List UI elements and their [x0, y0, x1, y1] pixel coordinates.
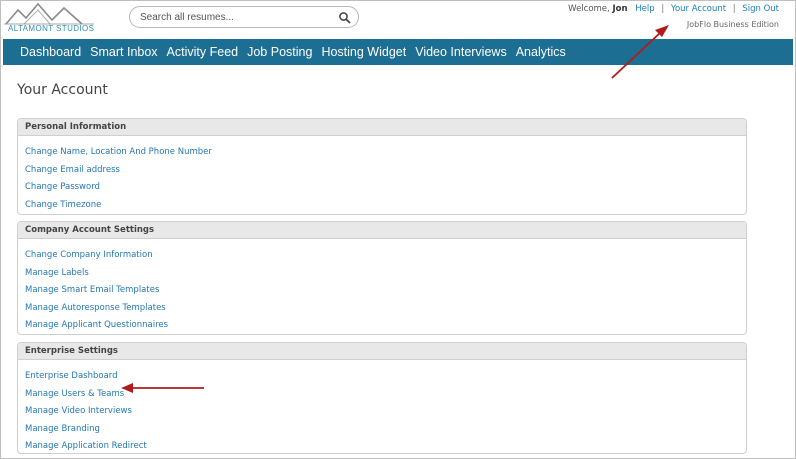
search-input[interactable] — [138, 9, 333, 25]
mountain-logo-icon — [4, 2, 94, 25]
nav-job-posting[interactable]: Job Posting — [247, 45, 312, 59]
user-name: Jon — [612, 4, 628, 14]
search-box[interactable] — [129, 6, 359, 28]
sign-out-link[interactable]: Sign Out — [742, 4, 779, 14]
personal-information-panel: Personal Information Change Name, Locati… — [17, 118, 747, 215]
nav-activity-feed[interactable]: Activity Feed — [167, 45, 239, 59]
change-timezone-link[interactable]: Change Timezone — [25, 200, 101, 210]
edition-label: JobFlo Business Edition — [686, 20, 779, 29]
main-nav: Dashboard Smart Inbox Activity Feed Job … — [3, 39, 793, 65]
manage-video-interviews-link[interactable]: Manage Video Interviews — [25, 406, 132, 416]
manage-smart-email-templates-link[interactable]: Manage Smart Email Templates — [25, 285, 159, 295]
page-title: Your Account — [17, 82, 108, 98]
help-link[interactable]: Help — [635, 4, 654, 14]
logo[interactable]: ALTAMONT STUDIOS — [4, 2, 96, 34]
enterprise-dashboard-link[interactable]: Enterprise Dashboard — [25, 371, 118, 381]
separator: | — [661, 4, 665, 14]
manage-users-teams-link[interactable]: Manage Users & Teams — [25, 389, 124, 399]
change-company-info-link[interactable]: Change Company Information — [25, 250, 153, 260]
logo-text: ALTAMONT STUDIOS — [8, 24, 95, 33]
nav-video-interviews[interactable]: Video Interviews — [415, 45, 507, 59]
nav-hosting-widget[interactable]: Hosting Widget — [321, 45, 406, 59]
nav-dashboard[interactable]: Dashboard — [20, 45, 81, 59]
welcome-text: Welcome, — [568, 4, 610, 14]
manage-applicant-questionnaires-link[interactable]: Manage Applicant Questionnaires — [25, 320, 168, 330]
manage-branding-link[interactable]: Manage Branding — [25, 424, 100, 434]
panel-heading: Enterprise Settings — [18, 343, 746, 360]
panel-heading: Company Account Settings — [18, 222, 746, 239]
manage-autoresponse-templates-link[interactable]: Manage Autoresponse Templates — [25, 303, 166, 313]
change-email-link[interactable]: Change Email address — [25, 165, 120, 175]
separator: | — [732, 4, 736, 14]
manage-labels-link[interactable]: Manage Labels — [25, 268, 89, 278]
change-password-link[interactable]: Change Password — [25, 182, 100, 192]
panel-heading: Personal Information — [18, 119, 746, 136]
user-menu: Welcome, Jon Help | Your Account | Sign … — [568, 4, 779, 14]
enterprise-settings-panel: Enterprise Settings Enterprise Dashboard… — [17, 342, 747, 454]
nav-smart-inbox[interactable]: Smart Inbox — [90, 45, 157, 59]
nav-analytics[interactable]: Analytics — [516, 45, 566, 59]
change-name-link[interactable]: Change Name, Location And Phone Number — [25, 147, 212, 157]
manage-application-redirect-link[interactable]: Manage Application Redirect — [25, 441, 147, 451]
your-account-link[interactable]: Your Account — [671, 4, 726, 14]
search-icon[interactable] — [338, 11, 352, 25]
company-account-settings-panel: Company Account Settings Change Company … — [17, 221, 747, 335]
